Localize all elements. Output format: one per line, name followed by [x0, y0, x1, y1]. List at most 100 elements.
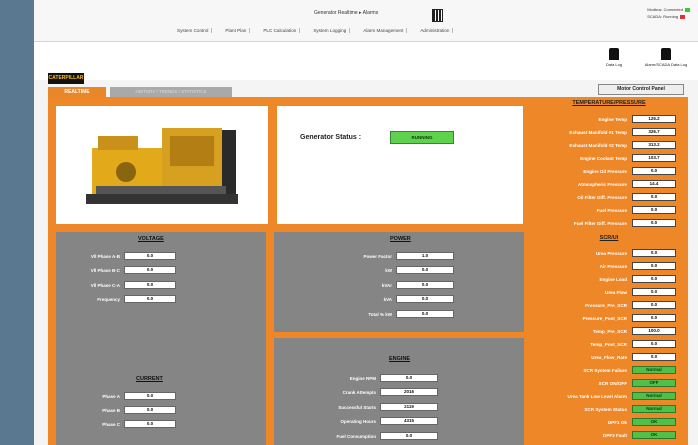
scr-row: DPF2 Fault OK — [534, 431, 676, 439]
voltage-label: Vll Phase A-B — [90, 253, 120, 259]
menu-item-plc-calculation[interactable]: PLC Calculation — [260, 28, 301, 33]
voltage-title: VOLTAGE — [138, 236, 164, 242]
engine-value: 0.0 — [380, 432, 438, 440]
current-row: Phase A 0.0 — [64, 392, 176, 400]
data-log-button[interactable]: Data Log — [600, 48, 628, 67]
current-title: CURRENT — [136, 376, 163, 382]
voltage-value: 0.0 — [124, 295, 176, 303]
power-value: 0.0 — [396, 281, 454, 289]
alarm-log-button[interactable]: Alarm/SCADA Data Log — [638, 48, 694, 67]
temperature-value: 14.4 — [632, 180, 676, 188]
toolbar-strip — [34, 42, 698, 80]
scr-status-indicator: Normal — [632, 405, 676, 413]
power-value: 0.0 — [396, 295, 454, 303]
scr-row: SCR System Failure Normal — [534, 366, 676, 374]
generator-status-indicator: RUNNING — [390, 131, 454, 144]
connection-status: Modbus: Connected SCADA: Running — [647, 6, 690, 20]
tab-realtime[interactable]: REALTIME — [48, 87, 106, 97]
power-row: kW 0.0 — [324, 266, 454, 274]
scr-label: Engine Load — [599, 276, 627, 282]
scr-value: 0.0 — [632, 301, 676, 309]
engine-label: Fuel Consumption — [336, 433, 377, 439]
temperature-value: 326.7 — [632, 128, 676, 136]
scr-value: 0.0 — [632, 288, 676, 296]
scr-row: DPF1 Ok OK — [534, 418, 676, 426]
temperature-label: Atmospheric Pressure — [577, 181, 627, 187]
current-label: Phase B — [102, 407, 120, 413]
scr-status-indicator: Normal — [632, 366, 676, 374]
scr-label: Urea Flow — [605, 289, 627, 295]
scr-row: Air Pressure 0.0 — [534, 262, 676, 270]
printer-icon — [661, 48, 671, 60]
power-label: kVAr — [381, 282, 392, 288]
generator-image — [86, 128, 238, 204]
engine-row: Engine RPM 0.0 — [304, 374, 438, 382]
voltage-row: Vll Phase A-B 0.0 — [64, 252, 176, 260]
voltage-value: 0.0 — [124, 266, 176, 274]
scr-label: SCR System Failure — [583, 367, 627, 373]
temperature-pressure-title: TEMPERATURE/PRESSURE — [572, 100, 646, 106]
current-row: Phase C 0.0 — [64, 420, 176, 428]
engine-title: ENGINE — [389, 356, 411, 362]
scr-label: Temp_Pre_SCR — [592, 328, 627, 334]
power-value: 0.0 — [396, 310, 454, 318]
generator-status-label: Generator Status : — [300, 134, 362, 141]
current-value: 0.0 — [124, 420, 176, 428]
voltage-row: Vll Phase B-C 0.0 — [64, 266, 176, 274]
temperature-label: Exhaust Manifold #1 Temp — [569, 129, 627, 135]
scr-row: Temp_Pre_SCR 100.0 — [534, 327, 676, 335]
engine-label: Engine RPM — [349, 375, 376, 381]
temperature-row: Exhaust Manifold #2 Temp 313.2 — [534, 141, 676, 149]
voltage-label: Frequency — [97, 296, 120, 302]
temperature-row: Oil Filter Diff. Pressure 0.0 — [534, 193, 676, 201]
current-row: Phase B 0.0 — [64, 406, 176, 414]
voltage-value: 0.0 — [124, 252, 176, 260]
power-row: Total % kW 0.0 — [324, 310, 454, 318]
temperature-value: 313.2 — [632, 141, 676, 149]
engine-label: Crank Attempts — [342, 389, 376, 395]
engine-row: Crank Attempts 2016 — [304, 388, 438, 396]
power-row: Power Factor 1.0 — [324, 252, 454, 260]
scr-label: SCR System Status — [584, 406, 627, 412]
tab-history[interactable]: HISTORY / TRENDS / STATISTICS — [110, 87, 232, 97]
scr-value: 0.0 — [632, 249, 676, 257]
temperature-value: 0.0 — [632, 167, 676, 175]
app-title: Generator Realtime ▸ Alarms — [314, 10, 379, 16]
scr-value: 0.0 — [632, 314, 676, 322]
engine-value: 4315 — [380, 417, 438, 425]
current-label: Phase C — [102, 421, 120, 427]
motor-control-panel-button[interactable]: Motor Control Panel — [598, 84, 684, 95]
main-menu: System Control Plant Plan PLC Calculatio… — [174, 28, 454, 33]
power-label: kW — [385, 267, 392, 273]
current-value: 0.0 — [124, 406, 176, 414]
status-ok-icon — [685, 7, 690, 12]
status-line: SCADA: Running — [647, 14, 679, 19]
menu-item-system-logging[interactable]: System Logging — [310, 28, 351, 33]
scr-status-indicator: OFF — [632, 379, 676, 387]
menu-item-plant-plan[interactable]: Plant Plan — [222, 28, 251, 33]
engine-label: Successful Starts — [338, 404, 376, 410]
power-title: POWER — [390, 236, 411, 242]
qr-code-icon — [432, 9, 443, 22]
power-label: Total % kW — [368, 311, 392, 317]
voltage-label: Vll Phase C-A — [90, 282, 120, 288]
menu-item-administration[interactable]: Administration — [417, 28, 454, 33]
menu-item-system-control[interactable]: System Control — [174, 28, 213, 33]
voltage-label: Vll Phase B-C — [90, 267, 120, 273]
menu-item-alarm-management[interactable]: Alarm Management — [360, 28, 408, 33]
scr-label: Urea_Flow_Rate — [591, 354, 627, 360]
scr-row: Urea Pressure 0.0 — [534, 249, 676, 257]
scr-row: Pressure_Post_SCR 0.0 — [534, 314, 676, 322]
temperature-row: Engine Coolant Temp 103.7 — [534, 154, 676, 162]
temperature-label: Engine Oil Pressure — [583, 168, 627, 174]
top-bar: Generator Realtime ▸ Alarms System Contr… — [34, 0, 698, 42]
printer-icon — [609, 48, 619, 60]
scr-row: Urea Tank Low Level Alarm Normal — [534, 392, 676, 400]
temperature-label: Exhaust Manifold #2 Temp — [569, 142, 627, 148]
scr-value: 0.0 — [632, 340, 676, 348]
power-row: kVA 0.0 — [324, 295, 454, 303]
temperature-label: Fuel Filter Diff. Pressure — [573, 220, 627, 226]
generator-status-box — [277, 106, 523, 224]
scr-label: Air Pressure — [599, 263, 627, 269]
scr-label: DPF1 Ok — [607, 419, 627, 425]
